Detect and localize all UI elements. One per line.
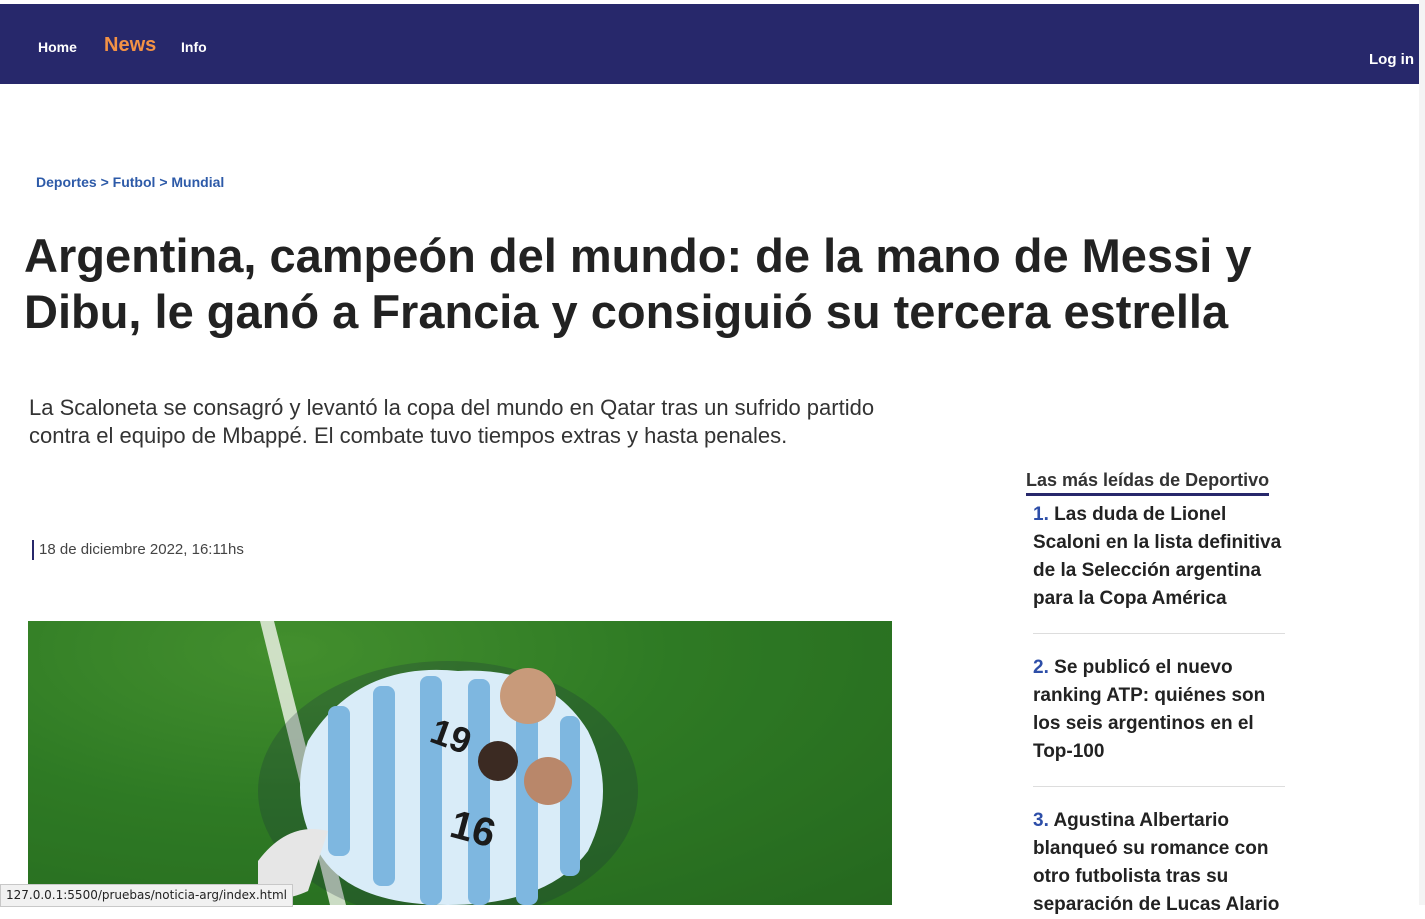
divider — [1033, 633, 1285, 634]
most-read-number: 3. — [1033, 810, 1049, 831]
nav-home-link[interactable]: Home — [38, 39, 77, 55]
article-hero-image: 19 16 — [28, 621, 892, 905]
most-read-item[interactable]: 3. Agustina Albertario blanqueó su roman… — [1033, 807, 1285, 919]
most-read-number: 1. — [1033, 504, 1049, 525]
page-scrollbar[interactable] — [1419, 0, 1425, 905]
nav-info-link[interactable]: Info — [181, 39, 207, 55]
status-bar-url: 127.0.0.1:5500/pruebas/noticia-arg/index… — [0, 884, 293, 907]
most-read-title: Las duda de Lionel Scaloni en la lista d… — [1033, 504, 1282, 609]
most-read-item[interactable]: 2. Se publicó el nuevo ranking ATP: quié… — [1033, 654, 1285, 766]
breadcrumb: Deportes > Futbol > Mundial — [36, 174, 224, 190]
nav-news-link[interactable]: News — [104, 34, 156, 57]
login-link[interactable]: Log in — [1369, 51, 1414, 68]
top-nav-bar: Home News Info Log in — [0, 4, 1425, 84]
players-celebration-illustration: 19 16 — [28, 621, 892, 905]
breadcrumb-separator: > — [100, 174, 109, 190]
most-read-title: Agustina Albertario blanqueó su romance … — [1033, 810, 1280, 915]
breadcrumb-item-mundial[interactable]: Mundial — [171, 174, 224, 190]
article-subhead: La Scaloneta se consagró y levantó la co… — [29, 395, 875, 448]
most-read-number: 2. — [1033, 657, 1049, 678]
article-date: 18 de diciembre 2022, 16:11hs — [32, 540, 244, 560]
breadcrumb-item-futbol[interactable]: Futbol — [113, 174, 156, 190]
article-headline: Argentina, campeón del mundo: de la mano… — [24, 229, 1252, 338]
most-read-item[interactable]: 1. Las duda de Lionel Scaloni en la list… — [1033, 501, 1285, 613]
sidebar-title: Las más leídas de Deportivo — [1026, 470, 1270, 496]
breadcrumb-item-deportes[interactable]: Deportes — [36, 174, 97, 190]
most-read-title: Se publicó el nuevo ranking ATP: quiénes… — [1033, 657, 1266, 762]
breadcrumb-separator: > — [159, 174, 168, 190]
divider — [1033, 786, 1285, 787]
